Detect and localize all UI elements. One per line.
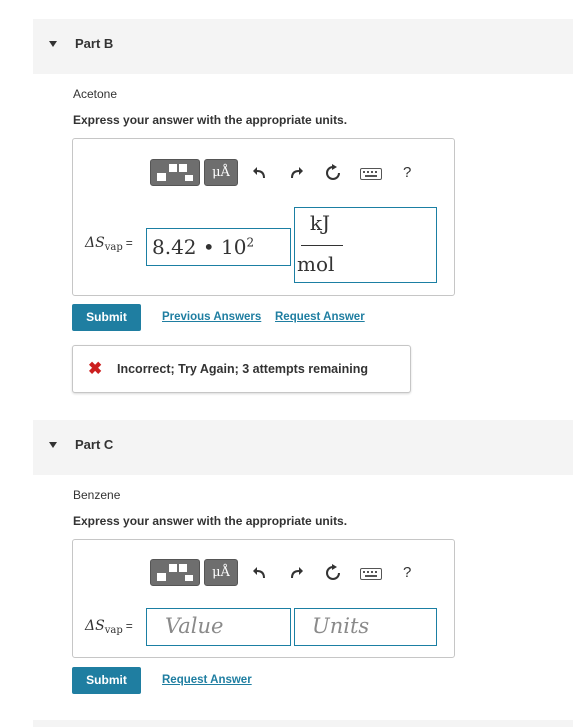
part-c-variable-label: ΔSvap = <box>85 618 133 636</box>
part-b-units-input[interactable]: kJ mol <box>294 207 437 283</box>
part-b-variable-label: ΔSvap = <box>85 235 133 253</box>
templates-button[interactable] <box>150 159 200 186</box>
next-part-header-edge <box>33 720 573 727</box>
part-c-instruction: Express your answer with the appropriate… <box>73 514 348 528</box>
part-b-request-answer-link[interactable]: Request Answer <box>275 311 365 323</box>
part-c-request-answer-link[interactable]: Request Answer <box>162 674 252 686</box>
part-b-title: Part B <box>75 36 114 51</box>
variable-subscript: vap <box>104 625 123 636</box>
feedback-message: Incorrect; Try Again; 3 attempts remaini… <box>117 362 368 376</box>
redo-icon[interactable] <box>287 164 305 182</box>
part-b-subject: Acetone <box>73 87 118 101</box>
part-c-answer-box: μÅ ? ΔSvap = Value Units <box>72 539 455 658</box>
value-exponent: 2 <box>246 235 255 250</box>
feedback-box: ✖ Incorrect; Try Again; 3 attempts remai… <box>72 345 411 393</box>
value-mantissa: 8.42 <box>152 235 197 259</box>
variable-symbol: ΔS <box>85 618 105 634</box>
variable-symbol: ΔS <box>85 235 105 251</box>
value-multiply-dot: • <box>202 235 215 259</box>
part-c-units-input[interactable]: Units <box>294 608 437 646</box>
part-c-header[interactable]: Part C <box>33 420 573 475</box>
collapse-triangle-icon[interactable] <box>49 442 57 448</box>
error-x-icon: ✖ <box>88 359 103 378</box>
help-icon[interactable]: ? <box>403 564 411 581</box>
part-b-header[interactable]: Part B <box>33 19 573 74</box>
reset-icon[interactable] <box>324 164 342 182</box>
units-symbols-button[interactable]: μÅ <box>204 559 238 586</box>
collapse-triangle-icon[interactable] <box>49 41 57 47</box>
redo-icon[interactable] <box>287 564 305 582</box>
value-base: 10 <box>221 235 247 259</box>
keyboard-icon[interactable] <box>360 568 382 580</box>
part-b-answer-box: μÅ ? ΔSvap = 8.42 • 102 kJ mol <box>72 138 455 296</box>
units-denominator[interactable]: mol <box>297 252 334 276</box>
undo-icon[interactable] <box>251 164 269 182</box>
keyboard-icon[interactable] <box>360 168 382 180</box>
templates-button[interactable] <box>150 559 200 586</box>
reset-icon[interactable] <box>324 564 342 582</box>
part-c-subject: Benzene <box>73 488 121 502</box>
part-c-title: Part C <box>75 437 114 452</box>
part-b-submit-button[interactable]: Submit <box>72 304 141 331</box>
part-c-submit-button[interactable]: Submit <box>72 667 141 694</box>
equals-sign: = <box>125 619 133 633</box>
part-c-value-input[interactable]: Value <box>146 608 291 646</box>
help-icon[interactable]: ? <box>403 164 411 181</box>
equals-sign: = <box>125 236 133 250</box>
previous-answers-link[interactable]: Previous Answers <box>162 311 261 323</box>
fraction-bar <box>301 245 343 246</box>
units-numerator[interactable]: kJ <box>295 211 345 235</box>
part-b-instruction: Express your answer with the appropriate… <box>73 113 348 127</box>
units-symbols-button[interactable]: μÅ <box>204 159 238 186</box>
undo-icon[interactable] <box>251 564 269 582</box>
part-b-value-input[interactable]: 8.42 • 102 <box>146 228 291 266</box>
variable-subscript: vap <box>104 242 123 253</box>
